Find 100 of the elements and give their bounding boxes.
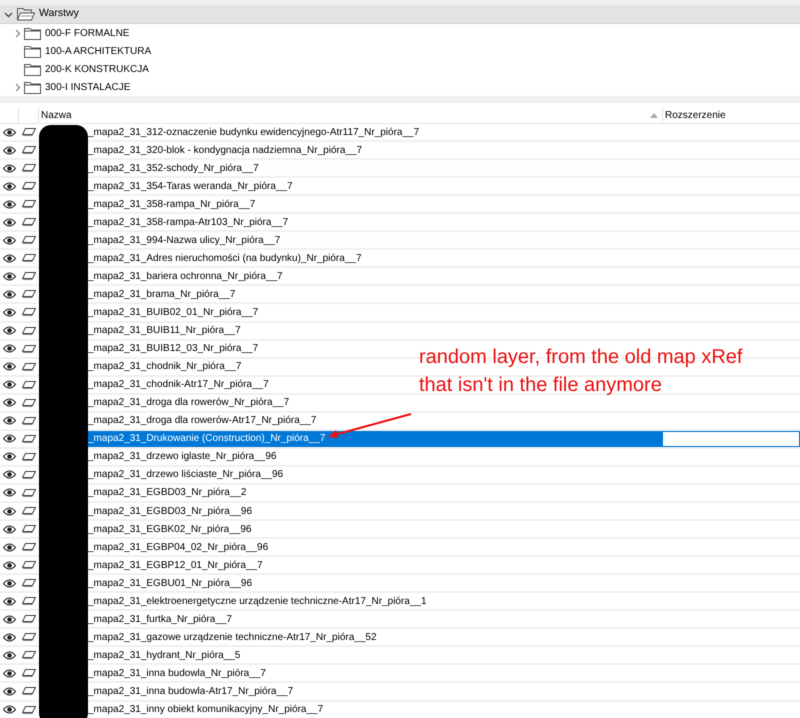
layer-name[interactable]: _mapa2_31_BUIB02_01_Nr_pióra__7 xyxy=(88,304,258,320)
layer-icon[interactable] xyxy=(19,488,39,497)
layer-icon[interactable] xyxy=(19,362,39,371)
layer-icon[interactable] xyxy=(19,128,39,136)
eye-icon[interactable] xyxy=(0,434,19,444)
layer-name[interactable]: _mapa2_31_352-schody_Nr_pióra__7 xyxy=(88,160,259,176)
layer-name[interactable]: _mapa2_31_chodnik_Nr_pióra__7 xyxy=(88,359,242,374)
eye-icon[interactable] xyxy=(0,668,19,678)
layer-name[interactable]: _mapa2_31_elektroenergetyczne urządzenie techniczne-Atr17_Nr_pióra__1 xyxy=(88,594,427,609)
layer-name[interactable]: _mapa2_31_chodnik-Atr17_Nr_pióra__7 xyxy=(88,377,269,392)
layer-icon[interactable] xyxy=(19,452,39,461)
eye-icon[interactable] xyxy=(0,578,19,588)
folder-label[interactable]: 200-K KONSTRUKCJA xyxy=(45,62,149,76)
layer-name[interactable]: _mapa2_31_994-Nazwa ulicy_Nr_pióra__7 xyxy=(88,232,280,248)
layer-icon[interactable] xyxy=(19,597,39,606)
layer-icon[interactable] xyxy=(19,687,39,696)
eye-icon[interactable] xyxy=(0,560,19,570)
eye-icon[interactable] xyxy=(0,236,19,245)
layer-name[interactable]: _mapa2_31_hydrant_Nr_pióra__5 xyxy=(88,648,240,663)
layer-icon[interactable] xyxy=(19,651,39,660)
layer-icon[interactable] xyxy=(19,434,39,443)
layer-name[interactable]: _mapa2_31_EGBP04_02_Nr_pióra__96 xyxy=(88,540,268,555)
eye-icon[interactable] xyxy=(0,650,19,660)
layer-name[interactable]: _mapa2_31_312-oznaczenie budynku ewidencyjnego-Atr117_Nr_pióra__7 xyxy=(88,124,420,140)
folder-label[interactable]: 000-F FORMALNE xyxy=(45,26,130,40)
column-header[interactable]: Rozszerzenie xyxy=(662,107,800,123)
layer-name[interactable]: _mapa2_31_358-rampa-Atr103_Nr_pióra__7 xyxy=(88,214,288,230)
chevron-icon[interactable] xyxy=(4,10,13,18)
folder-label[interactable]: 100-A ARCHITEKTURA xyxy=(45,44,152,58)
eye-icon[interactable] xyxy=(0,254,19,263)
layer-name[interactable]: _mapa2_31_EGBU01_Nr_pióra__96 xyxy=(88,576,252,591)
eye-icon[interactable] xyxy=(0,218,19,227)
eye-icon[interactable] xyxy=(0,452,19,462)
layer-icon[interactable] xyxy=(19,669,39,678)
layer-icon[interactable] xyxy=(19,344,39,353)
layer-icon[interactable] xyxy=(19,525,39,534)
eye-icon[interactable] xyxy=(0,182,19,191)
layer-icon[interactable] xyxy=(19,543,39,552)
layer-icon[interactable] xyxy=(19,615,39,624)
layer-name[interactable]: _mapa2_31_inna budowla_Nr_pióra__7 xyxy=(88,666,266,681)
layer-icon[interactable] xyxy=(19,290,39,298)
layer-icon[interactable] xyxy=(19,326,39,335)
eye-icon[interactable] xyxy=(0,488,19,498)
layer-name[interactable]: _mapa2_31_EGBD03_Nr_pióra__96 xyxy=(88,504,252,518)
eye-icon[interactable] xyxy=(0,200,19,209)
layer-name[interactable]: _mapa2_31_drzewo liściaste_Nr_pióra__96 xyxy=(88,467,284,482)
layer-name[interactable]: _mapa2_31_EGBK02_Nr_pióra__96 xyxy=(88,522,252,537)
layer-name[interactable]: _mapa2_31_Drukowanie (Construction)_Nr_pióra__7 xyxy=(88,430,662,447)
layer-name[interactable]: _mapa2_31_drzewo iglaste_Nr_pióra__96 xyxy=(88,449,276,464)
layer-icon[interactable] xyxy=(19,633,39,642)
eye-icon[interactable] xyxy=(0,344,19,354)
layer-name[interactable]: _mapa2_31_354-Taras weranda_Nr_pióra__7 xyxy=(88,178,293,194)
layer-name[interactable]: _mapa2_31_358-rampa_Nr_pióra__7 xyxy=(88,196,256,212)
folder-label[interactable]: 300-I INSTALACJE xyxy=(45,80,130,94)
layer-name[interactable]: _mapa2_31_320-blok - kondygnacja nadziemna_Nr_pióra__7 xyxy=(88,142,362,158)
layer-name[interactable]: _mapa2_31_inna budowla-Atr17_Nr_pióra__7 xyxy=(88,684,294,699)
layer-icon[interactable] xyxy=(19,706,39,714)
eye-icon[interactable] xyxy=(0,362,19,372)
layer-icon[interactable] xyxy=(19,164,39,172)
column-header[interactable]: Nazwa xyxy=(41,108,72,122)
layer-name[interactable]: _mapa2_31_EGBP12_01_Nr_pióra__7 xyxy=(88,558,263,573)
layer-icon[interactable] xyxy=(19,416,39,425)
layer-icon[interactable] xyxy=(19,146,39,154)
eye-icon[interactable] xyxy=(0,164,19,173)
layer-name[interactable]: _mapa2_31_gazowe urządzenie techniczne-Atr17_Nr_pióra__52 xyxy=(88,630,377,645)
eye-icon[interactable] xyxy=(0,326,19,336)
layer-name[interactable]: _mapa2_31_bariera ochronna_Nr_pióra__7 xyxy=(88,268,283,284)
layer-icon[interactable] xyxy=(19,561,39,570)
eye-icon[interactable] xyxy=(0,705,19,714)
eye-icon[interactable] xyxy=(0,614,19,624)
eye-icon[interactable] xyxy=(0,416,19,426)
eye-icon[interactable] xyxy=(0,632,19,642)
eye-icon[interactable] xyxy=(0,470,19,480)
layer-icon[interactable] xyxy=(19,182,39,190)
extension-cell[interactable] xyxy=(662,430,800,447)
layer-icon[interactable] xyxy=(19,470,39,479)
layer-icon[interactable] xyxy=(19,272,39,280)
layer-icon[interactable] xyxy=(19,254,39,262)
eye-icon[interactable] xyxy=(0,146,19,155)
eye-icon[interactable] xyxy=(0,686,19,696)
eye-icon[interactable] xyxy=(0,542,19,552)
eye-icon[interactable] xyxy=(0,524,19,534)
layer-name[interactable]: _mapa2_31_BUIB11_Nr_pióra__7 xyxy=(88,323,241,338)
layer-icon[interactable] xyxy=(19,398,39,407)
layer-icon[interactable] xyxy=(19,507,39,515)
eye-icon[interactable] xyxy=(0,128,19,137)
layer-name[interactable]: _mapa2_31_furtka_Nr_pióra__7 xyxy=(88,612,232,627)
layer-name[interactable]: _mapa2_31_brama_Nr_pióra__7 xyxy=(88,286,236,302)
eye-icon[interactable] xyxy=(0,272,19,281)
layer-name[interactable]: _mapa2_31_inny obiekt komunikacyjny_Nr_pióra__7 xyxy=(88,702,324,718)
layer-icon[interactable] xyxy=(19,236,39,244)
layer-name[interactable]: _mapa2_31_droga dla rowerów_Nr_pióra__7 xyxy=(88,395,290,410)
eye-icon[interactable] xyxy=(0,506,19,516)
eye-icon[interactable] xyxy=(0,290,19,299)
layer-icon[interactable] xyxy=(19,579,39,588)
layer-name[interactable]: _mapa2_31_EGBD03_Nr_pióra__2 xyxy=(88,485,246,500)
layer-icon[interactable] xyxy=(19,200,39,208)
chevron-icon[interactable] xyxy=(13,82,22,92)
layer-icon[interactable] xyxy=(19,218,39,226)
eye-icon[interactable] xyxy=(0,596,19,606)
